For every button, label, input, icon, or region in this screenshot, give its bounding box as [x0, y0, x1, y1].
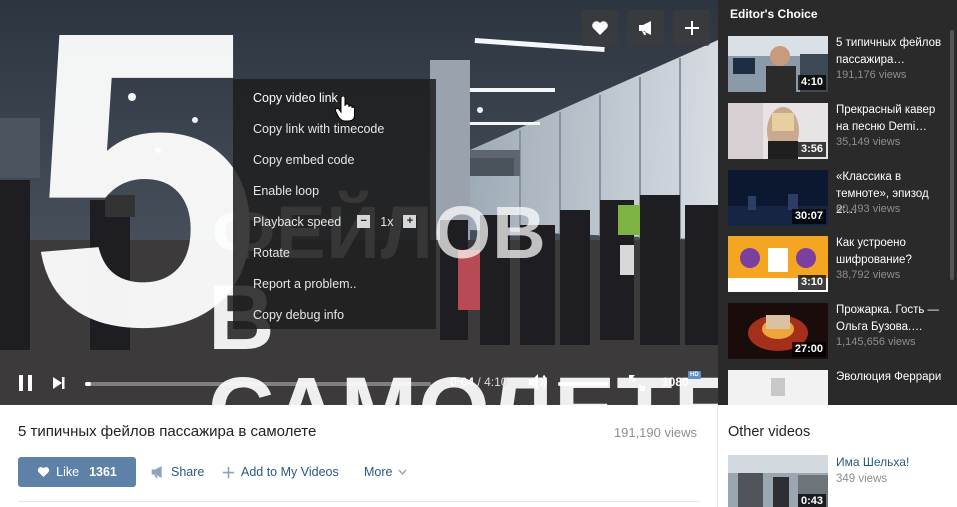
player-controls: 0:04 / 4:10 1080 HD: [0, 362, 718, 405]
video-title[interactable]: Прекрасный кавер на песню Demi…: [836, 102, 950, 135]
speed-value: 1x: [380, 214, 394, 229]
column-separator: [717, 405, 718, 507]
video-views: 38,792 views: [836, 269, 901, 281]
sidebar-scrollbar[interactable]: [950, 30, 954, 280]
volume-slider[interactable]: [558, 382, 608, 386]
hd-badge: HD: [688, 371, 701, 379]
menu-copy-debug-info[interactable]: Copy debug info: [233, 299, 436, 330]
share-label: Share: [171, 465, 205, 479]
volume-fill: [558, 382, 608, 386]
fullscreen-icon[interactable]: [628, 374, 646, 392]
current-time: 0:04: [450, 375, 475, 389]
video-thumbnail[interactable]: 4:10: [728, 36, 828, 92]
share-button[interactable]: Share: [150, 465, 204, 479]
sidebar-video-item[interactable]: Эволюция Феррари: [728, 370, 950, 405]
speed-control: − 1x +: [357, 214, 417, 229]
video-views: 60,493 views: [836, 203, 901, 215]
menu-rotate[interactable]: Rotate: [233, 237, 436, 268]
volume-icon[interactable]: [528, 373, 548, 391]
duration-badge: 0:43: [797, 494, 826, 507]
video-thumbnail[interactable]: 27:00: [728, 303, 828, 359]
add-to-my-videos-button[interactable]: Add to My Videos: [222, 465, 339, 479]
like-button[interactable]: Like 1361: [18, 457, 136, 487]
duration-badge: 4:10: [797, 75, 826, 90]
menu-report-problem[interactable]: Report a problem..: [233, 268, 436, 299]
other-video-views: 349 views: [836, 473, 888, 485]
video-player[interactable]: 5 ФЕЙЛОВ В САМОЛЕТЕ Copy video link Copy…: [0, 0, 718, 405]
time-separator: /: [477, 375, 481, 389]
page-root: 5 ФЕЙЛОВ В САМОЛЕТЕ Copy video link Copy…: [0, 0, 957, 507]
video-thumbnail[interactable]: [728, 370, 828, 405]
sidebar-video-item[interactable]: 3:56 Прекрасный кавер на песню Demi… 35,…: [728, 103, 950, 159]
video-title[interactable]: Как устроено шифрование?: [836, 235, 950, 268]
megaphone-icon: [151, 466, 162, 478]
video-thumbnail[interactable]: 3:10: [728, 236, 828, 292]
video-thumbnail[interactable]: 30:07: [728, 170, 828, 226]
video-view-count: 191,190 views: [613, 425, 697, 440]
duration-badge: 3:10: [797, 275, 826, 290]
heart-icon: [37, 467, 50, 478]
chevron-down-icon: [398, 469, 408, 475]
video-title[interactable]: Прожарка. Гость — Ольга Бузова.…: [836, 302, 950, 335]
player-top-actions: [581, 10, 710, 46]
duration: 4:10: [484, 375, 508, 389]
speed-increase-button[interactable]: +: [403, 215, 417, 228]
editors-choice-sidebar: Editor's Choice 4:10 5 типичных фейлов п…: [718, 0, 957, 405]
like-count: 1361: [89, 465, 117, 479]
menu-copy-embed-code[interactable]: Copy embed code: [233, 144, 436, 175]
like-label: Like: [56, 465, 80, 479]
hand-cursor-icon: [335, 96, 355, 122]
plus-icon: [222, 466, 235, 478]
other-videos-title: Other videos: [728, 424, 811, 440]
add-to-my-videos-label: Add to My Videos: [241, 465, 339, 479]
duration-badge: 3:56: [797, 142, 826, 157]
video-title[interactable]: 5 типичных фейлов пассажира…: [836, 35, 950, 68]
video-views: 191,176 views: [836, 69, 907, 81]
sidebar-video-item[interactable]: 3:10 Как устроено шифрование? 38,792 vie…: [728, 236, 950, 292]
progress-fill: [85, 382, 91, 386]
more-label: More: [364, 465, 393, 479]
quality-selector[interactable]: 1080: [662, 375, 689, 389]
pause-icon[interactable]: [18, 374, 34, 392]
progress-bar[interactable]: [85, 382, 431, 386]
heart-icon: [591, 21, 608, 35]
time-display: 0:04 / 4:10: [450, 375, 507, 389]
like-video-button[interactable]: [581, 10, 618, 46]
menu-enable-loop[interactable]: Enable loop: [233, 175, 436, 206]
duration-badge: 27:00: [791, 342, 826, 357]
video-title-main: 5 типичных фейлов пассажира в самолете: [18, 423, 317, 440]
sidebar-video-item[interactable]: 30:07 «Классика в темноте», эпизод 2:… 6…: [728, 170, 950, 226]
menu-playback-speed: Playback speed − 1x +: [233, 206, 436, 237]
other-video-title[interactable]: Има Шельха!: [836, 455, 909, 469]
more-button[interactable]: More: [364, 465, 408, 479]
video-views: 35,149 views: [836, 136, 901, 148]
sidebar-title: Editor's Choice: [730, 7, 818, 21]
megaphone-icon: [638, 21, 651, 35]
divider: [18, 501, 700, 502]
video-views: 1,145,656 views: [836, 336, 916, 348]
duration-badge: 30:07: [791, 209, 826, 224]
video-thumbnail[interactable]: 3:56: [728, 103, 828, 159]
thumbnail-image: [728, 370, 828, 405]
video-title[interactable]: Эволюция Феррари: [836, 369, 950, 386]
speed-decrease-button[interactable]: −: [357, 215, 371, 228]
playback-speed-label: Playback speed: [253, 214, 342, 229]
plus-icon: [684, 21, 699, 35]
add-video-button[interactable]: [673, 10, 710, 46]
share-video-button[interactable]: [627, 10, 664, 46]
sidebar-video-item[interactable]: 27:00 Прожарка. Гость — Ольга Бузова.… 1…: [728, 303, 950, 359]
next-icon[interactable]: [52, 375, 66, 391]
sidebar-video-item[interactable]: 4:10 5 типичных фейлов пассажира… 191,17…: [728, 36, 950, 92]
other-video-thumbnail[interactable]: 0:43: [728, 455, 828, 507]
